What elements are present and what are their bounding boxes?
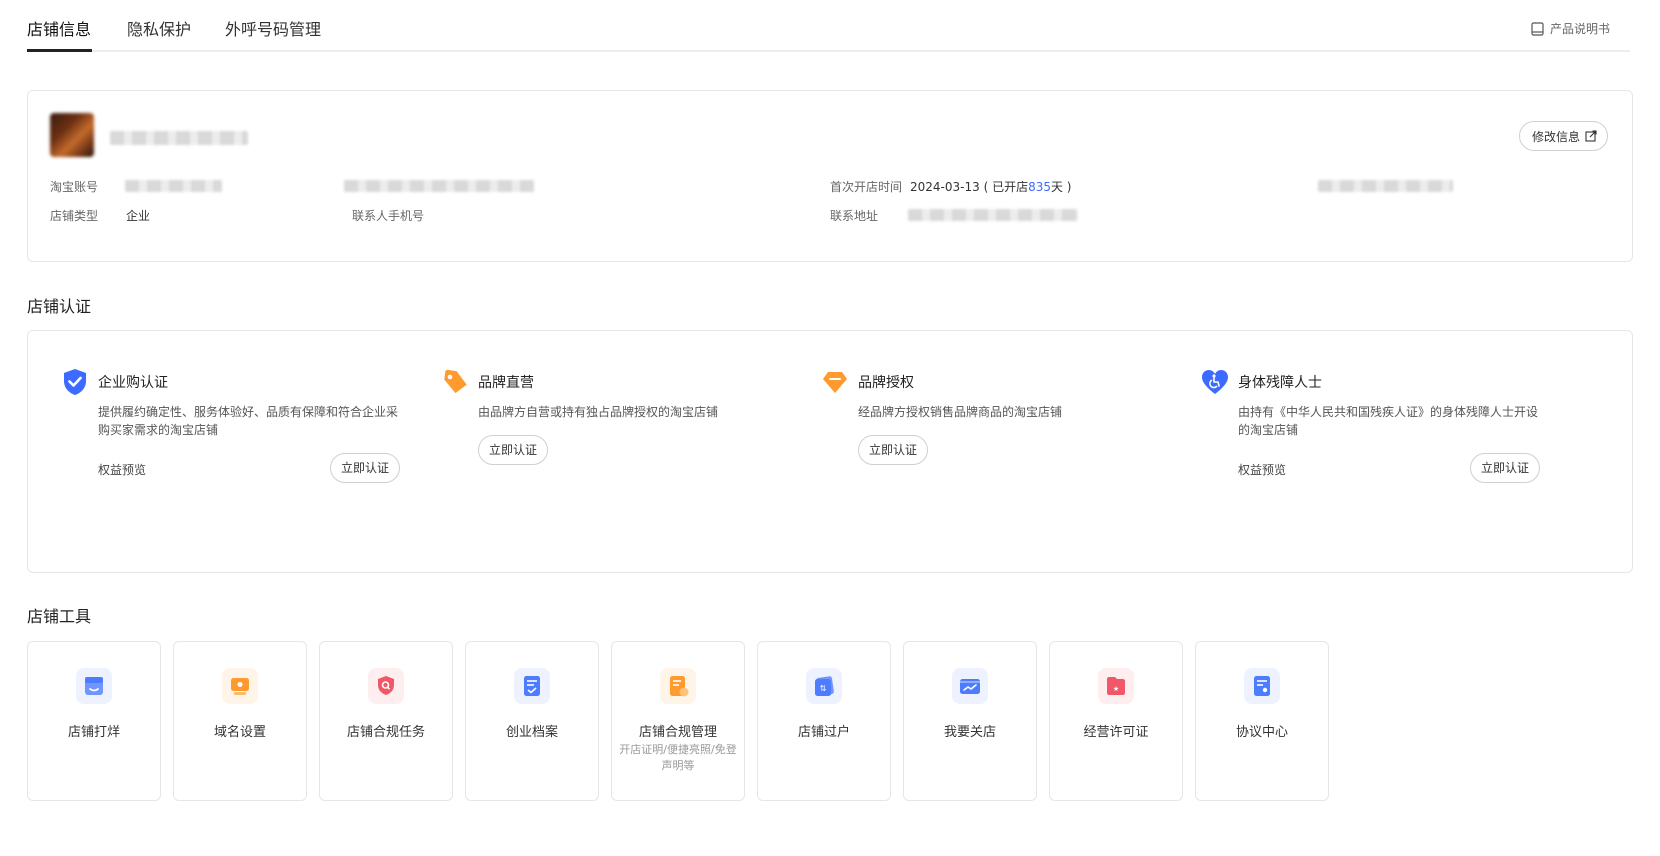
info-extra-redacted — [1318, 180, 1453, 192]
tool-business-license[interactable]: ★ 经营许可证 — [1049, 641, 1183, 801]
certify-now-button[interactable]: 立即认证 — [329, 453, 400, 483]
tool-shop-transfer[interactable]: ⇅ 店铺过户 — [757, 641, 891, 801]
shop-type-value: 企业 — [126, 209, 151, 223]
edit-info-button[interactable]: 修改信息 — [1518, 121, 1608, 151]
contact-phone-label: 联系人手机号 — [352, 209, 425, 223]
product-manual-label: 产品说明书 — [1549, 22, 1610, 36]
domain-icon — [222, 668, 258, 704]
certify-now-button[interactable]: 立即认证 — [858, 435, 929, 465]
tool-label: 店铺打烊 — [67, 725, 120, 740]
benefit-preview-link[interactable]: 权益预览 — [98, 461, 146, 478]
cert-desc: 提供履约确定性、服务体验好、品质有保障和符合企业采购买家需求的淘宝店铺 — [98, 405, 399, 437]
certify-now-button[interactable]: 立即认证 — [1469, 453, 1540, 483]
shop-close-icon — [76, 668, 112, 704]
shop-type-label: 店铺类型 — [50, 209, 99, 223]
contact-address-label: 联系地址 — [830, 209, 879, 223]
top-tabs: 店铺信息 隐私保护 外呼号码管理 产品说明书 — [27, 0, 1630, 52]
tool-close-shop[interactable]: 我要关店 — [903, 641, 1037, 801]
tag-icon — [444, 369, 467, 394]
edit-info-label: 修改信息 — [1531, 129, 1580, 144]
tool-label: 创业档案 — [505, 725, 558, 740]
first-open-time-value: 2024-03-13 ( 已开店835天 ) — [910, 178, 1071, 195]
cert-item-brand-direct: 品牌直营 由品牌方自营或持有独占品牌授权的淘宝店铺 立即认证 — [440, 367, 780, 465]
tool-label: 店铺合规任务 — [346, 725, 425, 740]
cert-desc: 经品牌方授权销售品牌商品的淘宝店铺 — [858, 405, 1063, 419]
tool-compliance-management[interactable]: 店铺合规管理 开店证明/便捷亮照/免登声明等 — [611, 641, 745, 801]
cert-item-disabled-person: 身体残障人士 由持有《中华人民共和国残疾人证》的身体残障人士开设的淘宝店铺 权益… — [1200, 367, 1540, 483]
svg-text:⇅: ⇅ — [820, 684, 827, 693]
cert-title: 品牌授权 — [858, 375, 914, 391]
cert-desc: 由持有《中华人民共和国残疾人证》的身体残障人士开设的淘宝店铺 — [1238, 405, 1539, 437]
open-days-prefix: ( 已开店 — [983, 180, 1029, 194]
close-shop-icon — [952, 668, 988, 704]
compliance-shield-icon — [368, 668, 404, 704]
heart-accessible-icon — [1202, 370, 1228, 394]
tool-startup-archive[interactable]: 创业档案 — [465, 641, 599, 801]
tool-domain-settings[interactable]: 域名设置 — [173, 641, 307, 801]
license-icon: ★ — [1098, 668, 1134, 704]
open-days-suffix: 天 ) — [1050, 180, 1072, 194]
tool-label: 域名设置 — [213, 725, 266, 740]
tab-outbound-numbers[interactable]: 外呼号码管理 — [225, 16, 321, 40]
tool-label: 店铺过户 — [797, 725, 850, 740]
first-open-date: 2024-03-13 — [910, 180, 980, 194]
tool-label: 我要关店 — [943, 725, 996, 740]
compliance-doc-icon — [660, 668, 696, 704]
tool-sublabel: 开店证明/便捷亮照/免登声明等 — [619, 743, 737, 772]
contact-address-redacted — [908, 209, 1078, 221]
tab-privacy[interactable]: 隐私保护 — [127, 16, 191, 40]
first-open-time-label: 首次开店时间 — [830, 180, 903, 194]
tools-section-title: 店铺工具 — [27, 607, 92, 626]
tool-shop-close[interactable]: 店铺打烊 — [27, 641, 161, 801]
tab-shop-info[interactable]: 店铺信息 — [27, 16, 91, 40]
transfer-icon: ⇅ — [806, 668, 842, 704]
shop-name-redacted — [110, 131, 248, 145]
cert-title: 企业购认证 — [98, 375, 168, 391]
tools-grid: 店铺打烊 域名设置 店铺合规任务 创业档案 店铺合规管理 开店证明/便捷亮照/免… — [27, 641, 1329, 801]
tool-compliance-tasks[interactable]: 店铺合规任务 — [319, 641, 453, 801]
shield-check-icon — [64, 369, 86, 395]
benefit-preview-link[interactable]: 权益预览 — [1238, 461, 1286, 478]
cert-section-title: 店铺认证 — [27, 297, 92, 316]
cert-desc: 由品牌方自营或持有独占品牌授权的淘宝店铺 — [478, 405, 719, 419]
tool-agreement-center[interactable]: 协议中心 — [1195, 641, 1329, 801]
info-value-redacted — [344, 180, 534, 192]
archive-icon — [514, 668, 550, 704]
tool-label: 协议中心 — [1235, 725, 1288, 740]
shop-avatar — [50, 113, 94, 157]
diamond-icon — [823, 372, 847, 393]
book-icon — [1531, 21, 1544, 36]
active-tab-indicator — [27, 49, 92, 52]
taobao-account-label: 淘宝账号 — [50, 180, 99, 194]
agreement-icon — [1244, 668, 1280, 704]
tool-label: 店铺合规管理 — [638, 725, 717, 740]
cert-item-enterprise: 企业购认证 提供履约确定性、服务体验好、品质有保障和符合企业采购买家需求的淘宝店… — [60, 367, 400, 483]
cert-title: 身体残障人士 — [1238, 375, 1322, 391]
open-days-count: 835 — [1028, 180, 1051, 194]
cert-title: 品牌直营 — [478, 375, 534, 391]
external-edit-icon — [1585, 130, 1597, 142]
taobao-account-redacted — [125, 180, 222, 192]
shop-info-card: 修改信息 淘宝账号 首次开店时间 2024-03-13 ( 已开店835天 ) … — [27, 90, 1633, 262]
product-manual-link[interactable]: 产品说明书 — [1531, 20, 1610, 37]
certify-now-button[interactable]: 立即认证 — [478, 435, 549, 465]
svg-text:★: ★ — [1113, 685, 1119, 693]
cert-card: 企业购认证 提供履约确定性、服务体验好、品质有保障和符合企业采购买家需求的淘宝店… — [27, 330, 1633, 573]
tool-label: 经营许可证 — [1083, 725, 1149, 740]
cert-item-brand-authorized: 品牌授权 经品牌方授权销售品牌商品的淘宝店铺 立即认证 — [820, 367, 1160, 465]
